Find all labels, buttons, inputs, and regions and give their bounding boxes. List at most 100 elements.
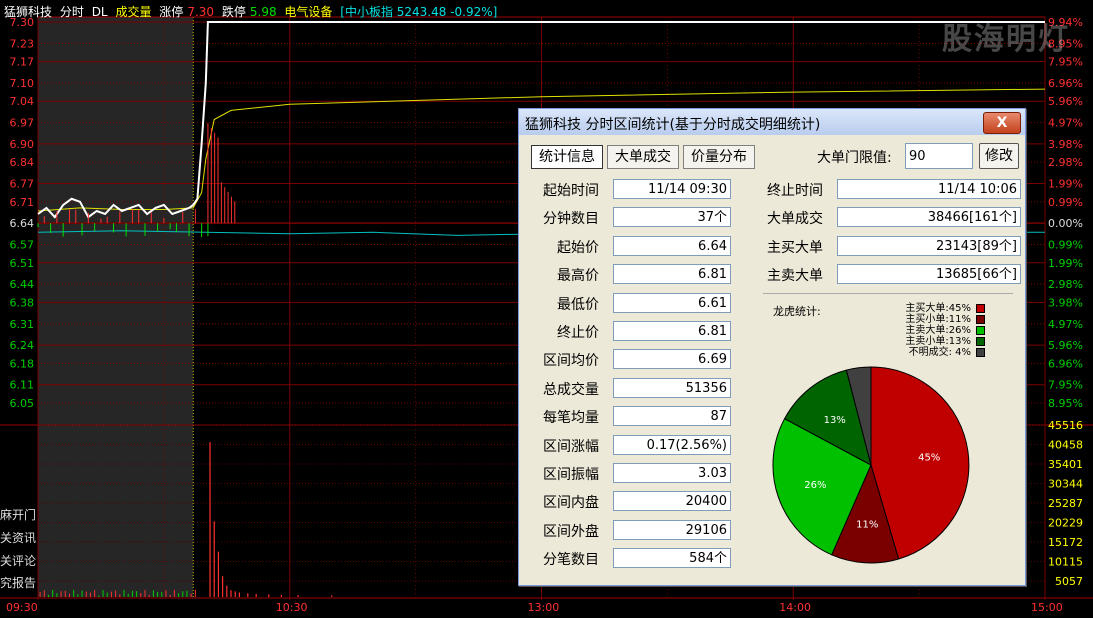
tab-price-volume[interactable]: 价量分布 [683, 145, 755, 169]
side-label-3[interactable]: 关评论 [0, 552, 36, 569]
left-stat-label: 起始时间 [543, 183, 599, 199]
left-stat-label: 分钟数目 [543, 211, 599, 228]
legend-item: 不明成交: 4% [885, 347, 985, 358]
left-stat-value: 0.17(2.56%) [613, 434, 731, 455]
price-tick-label: 6.11 [10, 379, 35, 392]
right-stat-label: 终止时间 [767, 183, 823, 199]
pct-tick-label: 3.98% [1048, 296, 1083, 309]
price-tick-label: 6.44 [10, 278, 35, 291]
left-stat-label: 终止价 [557, 325, 599, 341]
legend-item: 主买小单:11% [885, 314, 985, 325]
pie-chart: 45% 11% 26% 13% [772, 366, 970, 564]
pie-slice-label: 26% [804, 480, 826, 491]
time-tick-label: 14:00 [779, 601, 811, 614]
left-stat-value: 29106 [613, 519, 731, 540]
left-stat-label: 每笔均量 [543, 410, 599, 427]
volume-tick-label: 10115 [1048, 556, 1083, 569]
modify-button[interactable]: 修改 [979, 143, 1019, 169]
pct-tick-label: 6.96% [1048, 357, 1083, 370]
price-tick-label: 6.77 [10, 178, 35, 191]
legend-item: 主卖小单:13% [885, 336, 985, 347]
price-tick-label: 6.24 [10, 339, 35, 352]
left-stat-value: 6.81 [613, 264, 731, 285]
threshold-input[interactable]: 90 [905, 143, 973, 169]
price-tick-label: 6.57 [10, 239, 35, 252]
price-tick-label: 6.71 [10, 196, 35, 209]
chart-header: 猛狮科技 分时 DL 成交量 涨停 7.30 跌停 5.98 电气设备 [中小板指 … [4, 3, 501, 20]
pie-slice-label: 13% [824, 415, 846, 426]
pct-tick-label: 5.96% [1048, 95, 1083, 108]
volume-tick-label: 15172 [1048, 536, 1083, 549]
price-tick-label: 7.04 [10, 95, 35, 108]
legend-item: 主买大单:45% [885, 303, 985, 314]
pct-tick-label: 0.00% [1048, 217, 1083, 230]
left-stat-value: 584个 [613, 548, 731, 569]
right-stat-label: 主卖大单 [767, 268, 823, 285]
limit-down-label: 跌停 [221, 5, 246, 19]
limit-up-value: 7.30 [187, 5, 215, 19]
close-button[interactable]: X [983, 112, 1021, 134]
left-stat-value: 6.64 [613, 235, 731, 256]
tab-stats-info[interactable]: 统计信息 [531, 145, 603, 169]
left-stat-value: 20400 [613, 491, 731, 512]
pct-tick-label: 4.97% [1048, 117, 1083, 130]
price-tick-label: 7.23 [10, 37, 35, 50]
pct-tick-label: 1.99% [1048, 178, 1083, 191]
right-stat-label: 大单成交 [767, 211, 823, 228]
side-label-4[interactable]: 究报告 [0, 574, 36, 591]
price-tick-label: 6.97 [10, 117, 35, 130]
price-tick-label: 6.64 [10, 217, 35, 230]
left-stat-label: 起始价 [557, 239, 599, 256]
time-tick-label: 09:30 [6, 601, 38, 614]
legend-swatch [976, 337, 985, 346]
pct-tick-label: 3.98% [1048, 138, 1083, 151]
price-tick-label: 6.38 [10, 296, 35, 309]
right-stat-value: 13685[66个] [837, 264, 1021, 285]
price-tick-label: 7.17 [10, 56, 35, 69]
pct-tick-label: 2.98% [1048, 278, 1083, 291]
pie-slice-label: 11% [856, 520, 878, 531]
side-label-2[interactable]: 关资讯 [0, 529, 36, 546]
legend-text: 主卖大单:26% [905, 325, 971, 336]
volume-tick-label: 20229 [1048, 517, 1083, 530]
left-stat-label: 区间振幅 [543, 467, 599, 483]
legend-text: 不明成交: 4% [908, 347, 971, 358]
limit-down-value: 5.98 [249, 5, 277, 19]
stock-name[interactable]: 猛狮科技 [4, 5, 52, 19]
left-stat-value: 11/14 09:30 [613, 179, 731, 199]
pie-legend: 主买大单:45% 主买小单:11% 主卖大单:26% 主卖小单:13% 不明成交: 4% [885, 303, 985, 358]
right-stat-value: 23143[89个] [837, 235, 1021, 256]
left-stat-label: 最低价 [557, 296, 599, 313]
price-tick-label: 6.90 [10, 138, 35, 151]
dialog-title: 猛狮科技 分时区间统计(基于分时成交明细统计) [525, 117, 821, 133]
left-stat-label: 区间涨幅 [543, 438, 599, 455]
interval-stats-dialog: 猛狮科技 分时区间统计(基于分时成交明细统计) X 统计信息 大单成交 价量分布… [518, 108, 1026, 586]
left-stat-label: 区间外盘 [543, 523, 599, 540]
threshold-label: 大单门限值: [817, 150, 892, 166]
chart-mode: 分时 [59, 5, 84, 19]
dialog-titlebar[interactable]: 猛狮科技 分时区间统计(基于分时成交明细统计) X [519, 109, 1025, 135]
pct-tick-label: 0.99% [1048, 196, 1083, 209]
left-stat-label: 分笔数目 [543, 552, 599, 569]
pct-tick-label: 2.98% [1048, 156, 1083, 169]
legend-swatch [976, 304, 985, 313]
pct-tick-label: 0.99% [1048, 239, 1083, 252]
tab-big-orders[interactable]: 大单成交 [607, 145, 679, 169]
limit-up-label: 涨停 [159, 5, 184, 19]
index-quote[interactable]: [中小板指 5243.48 -0.92%] [340, 5, 497, 19]
legend-swatch [976, 326, 985, 335]
left-stat-value: 37个 [613, 207, 731, 228]
volume-label: 成交量 [115, 5, 152, 19]
left-stat-value: 6.81 [613, 321, 731, 341]
watermark-logo: 股海明灯 [942, 22, 1070, 57]
dl-label: DL [91, 5, 108, 19]
left-stat-value: 6.61 [613, 292, 731, 313]
sector-label[interactable]: 电气设备 [284, 5, 332, 19]
side-label-1[interactable]: 麻开门 [0, 506, 36, 523]
left-stat-label: 最高价 [557, 268, 599, 285]
left-stat-label: 总成交量 [543, 381, 599, 398]
pct-tick-label: 6.96% [1048, 77, 1083, 90]
pct-tick-label: 1.99% [1048, 257, 1083, 270]
time-tick-label: 15:00 [1031, 601, 1063, 614]
pie-title: 龙虎统计: [773, 305, 821, 318]
